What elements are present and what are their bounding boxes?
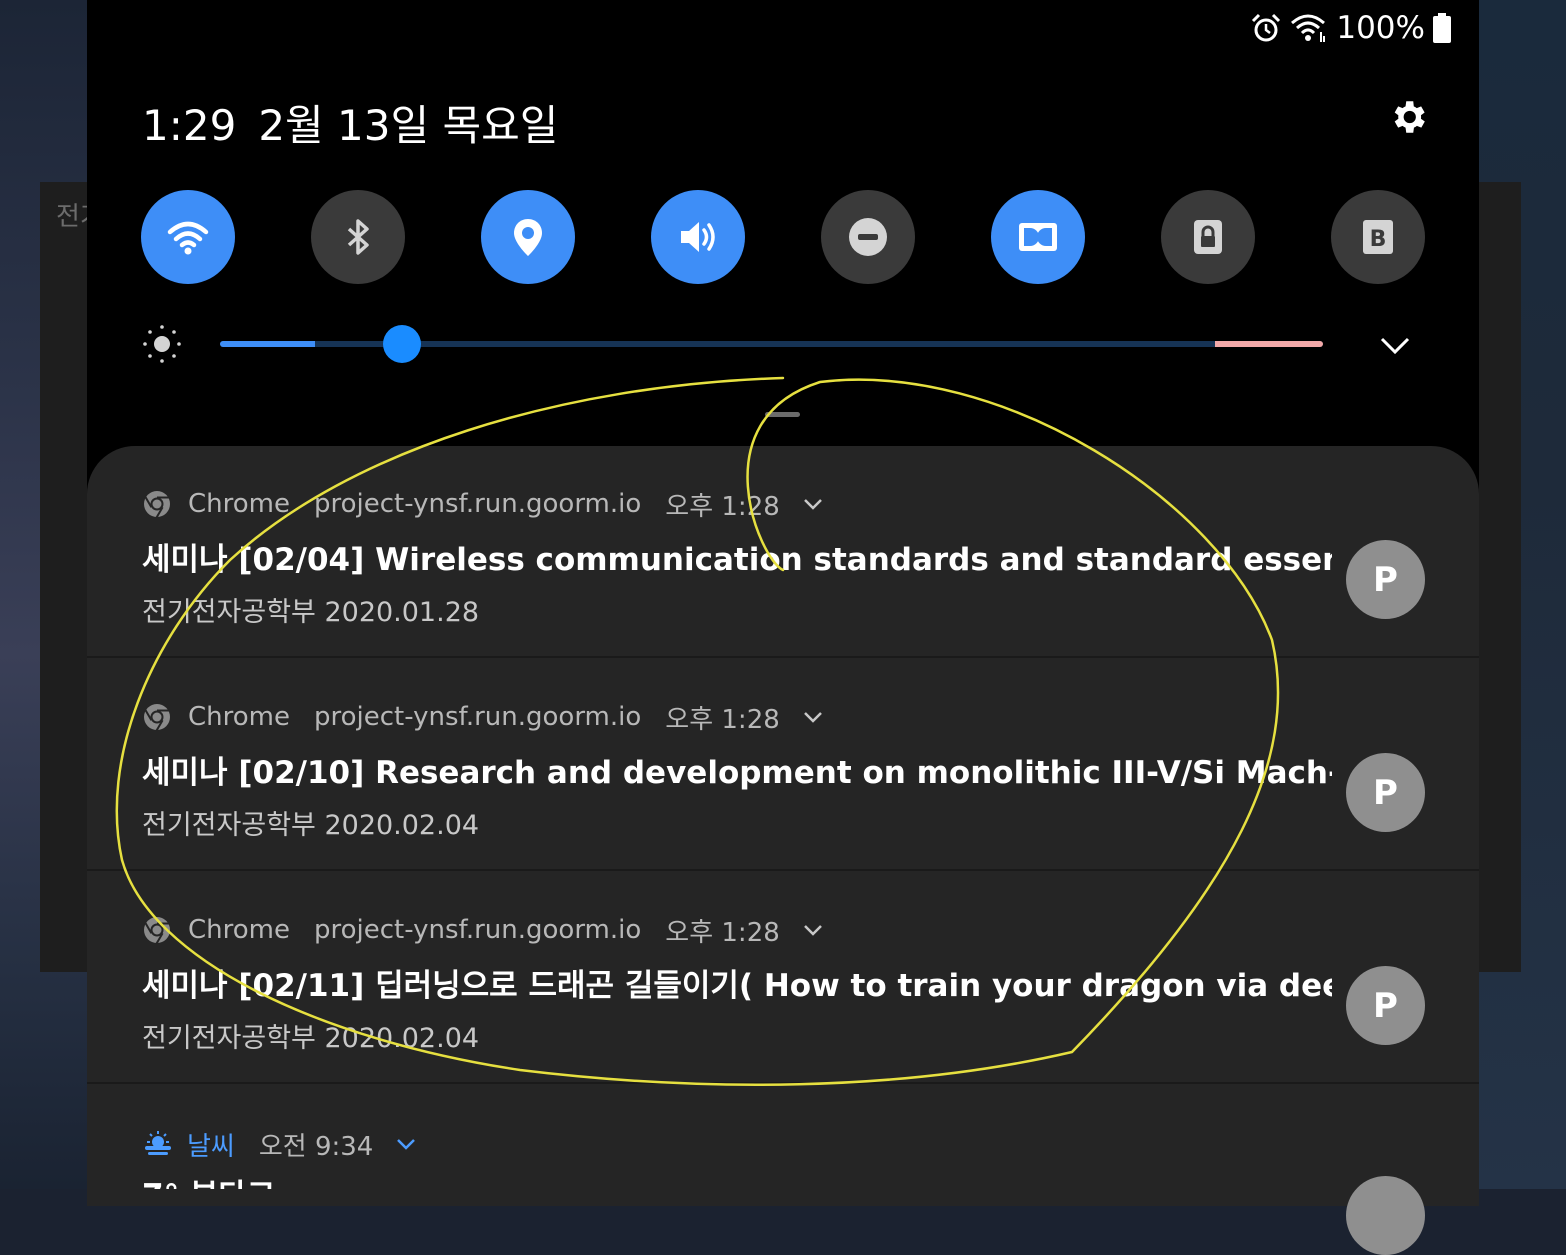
avatar: P [1346, 966, 1425, 1045]
notification-time: 오후 1:28 [665, 917, 780, 948]
speaker-icon [681, 222, 715, 252]
chrome-icon [144, 704, 170, 731]
chevron-down-icon[interactable] [802, 497, 824, 511]
weather-notification-header[interactable]: 날씨 오전 9:34 [143, 1126, 417, 1162]
avatar [1346, 1176, 1425, 1255]
gear-icon[interactable] [1387, 96, 1429, 138]
minus-circle-icon [849, 218, 887, 256]
notification-header: Chrome project-ynsf.run.goorm.io 오후 1:28 [143, 486, 824, 522]
avatar: P [1346, 753, 1425, 832]
chrome-icon [144, 917, 170, 944]
battery-icon [1433, 13, 1451, 43]
divider [87, 869, 1479, 871]
notification-header: Chrome project-ynsf.run.goorm.io 오후 1:28 [143, 699, 824, 735]
chevron-down-icon[interactable] [395, 1137, 417, 1151]
battery-percentage: 100% [1336, 10, 1425, 46]
notification-source: project-ynsf.run.goorm.io [313, 915, 642, 945]
notification-title: 세미나 [02/04] Wireless communication stand… [142, 542, 1332, 578]
chevron-down-icon[interactable] [802, 710, 824, 724]
tile-wifi[interactable] [141, 190, 235, 284]
notification-source: project-ynsf.run.goorm.io [313, 489, 642, 519]
weather-time: 오전 9:34 [258, 1131, 374, 1162]
tile-sound[interactable] [651, 190, 745, 284]
chrome-icon [144, 491, 170, 518]
location-icon [514, 219, 542, 256]
status-bar: 100% [1250, 8, 1451, 48]
notification-app: Chrome [188, 702, 290, 732]
weather-app: 날씨 [187, 1131, 235, 1162]
lock-icon [1194, 220, 1222, 254]
clock-time: 1:29 [142, 101, 237, 150]
chevron-down-icon[interactable] [1377, 330, 1413, 360]
notification-app: Chrome [188, 915, 290, 945]
background-app-card-right [1479, 182, 1521, 972]
wifi-icon [167, 221, 209, 255]
clock-date: 1:29 2월 13일 목요일 [142, 92, 558, 153]
notification-title: 세미나 [02/11] 딥러닝으로 드래곤 길들이기( How to train… [142, 968, 1332, 1004]
divider [87, 1082, 1479, 1084]
brightness-high-zone [1215, 341, 1323, 347]
notification-subtitle: 전기전자공학부 2020.02.04 [142, 810, 480, 841]
tile-secure-folder[interactable] [1161, 190, 1255, 284]
notification-shade: 100% 1:29 2월 13일 목요일 B Chrome project-yn… [87, 0, 1479, 1255]
divider [87, 656, 1479, 658]
notification-item[interactable]: Chrome project-ynsf.run.goorm.io 오후 1:28… [87, 872, 1479, 1084]
notification-app: Chrome [188, 489, 290, 519]
notification-time: 오후 1:28 [665, 491, 780, 522]
bixby-icon: B [1363, 220, 1393, 254]
notification-header: Chrome project-ynsf.run.goorm.io 오후 1:28 [143, 912, 824, 948]
weather-icon [145, 1131, 171, 1155]
chevron-down-icon[interactable] [802, 923, 824, 937]
notification-item[interactable]: Chrome project-ynsf.run.goorm.io 오후 1:28… [87, 446, 1479, 658]
notification-time: 오후 1:28 [665, 704, 780, 735]
alarm-icon [1252, 13, 1281, 42]
dolby-icon [1019, 223, 1057, 251]
bluetooth-icon [347, 219, 369, 255]
tile-bixby-routines[interactable]: B [1331, 190, 1425, 284]
notification-subtitle: 전기전자공학부 2020.02.04 [142, 1023, 480, 1054]
notification-source: project-ynsf.run.goorm.io [313, 702, 642, 732]
clock-date-text: 2월 13일 목요일 [258, 101, 559, 150]
weather-title: 7° 부다고 [142, 1170, 275, 1189]
tile-do-not-disturb[interactable] [821, 190, 915, 284]
brightness-fill [220, 341, 315, 347]
brightness-icon [143, 325, 181, 363]
notification-panel: Chrome project-ynsf.run.goorm.io 오후 1:28… [87, 446, 1479, 1255]
notification-item[interactable]: Chrome project-ynsf.run.goorm.io 오후 1:28… [87, 659, 1479, 871]
wifi-icon [1291, 14, 1326, 42]
drag-handle[interactable] [765, 412, 800, 417]
svg-text:B: B [1370, 227, 1387, 252]
notification-subtitle: 전기전자공학부 2020.01.28 [142, 597, 480, 628]
background-app-card [40, 182, 90, 972]
quick-settings: B [141, 190, 1425, 286]
tile-location[interactable] [481, 190, 575, 284]
brightness-thumb[interactable] [382, 325, 421, 363]
tile-bluetooth[interactable] [311, 190, 405, 284]
avatar: P [1346, 540, 1425, 619]
notification-title: 세미나 [02/10] Research and development on … [142, 755, 1332, 791]
tile-dolby-atmos[interactable] [991, 190, 1085, 284]
